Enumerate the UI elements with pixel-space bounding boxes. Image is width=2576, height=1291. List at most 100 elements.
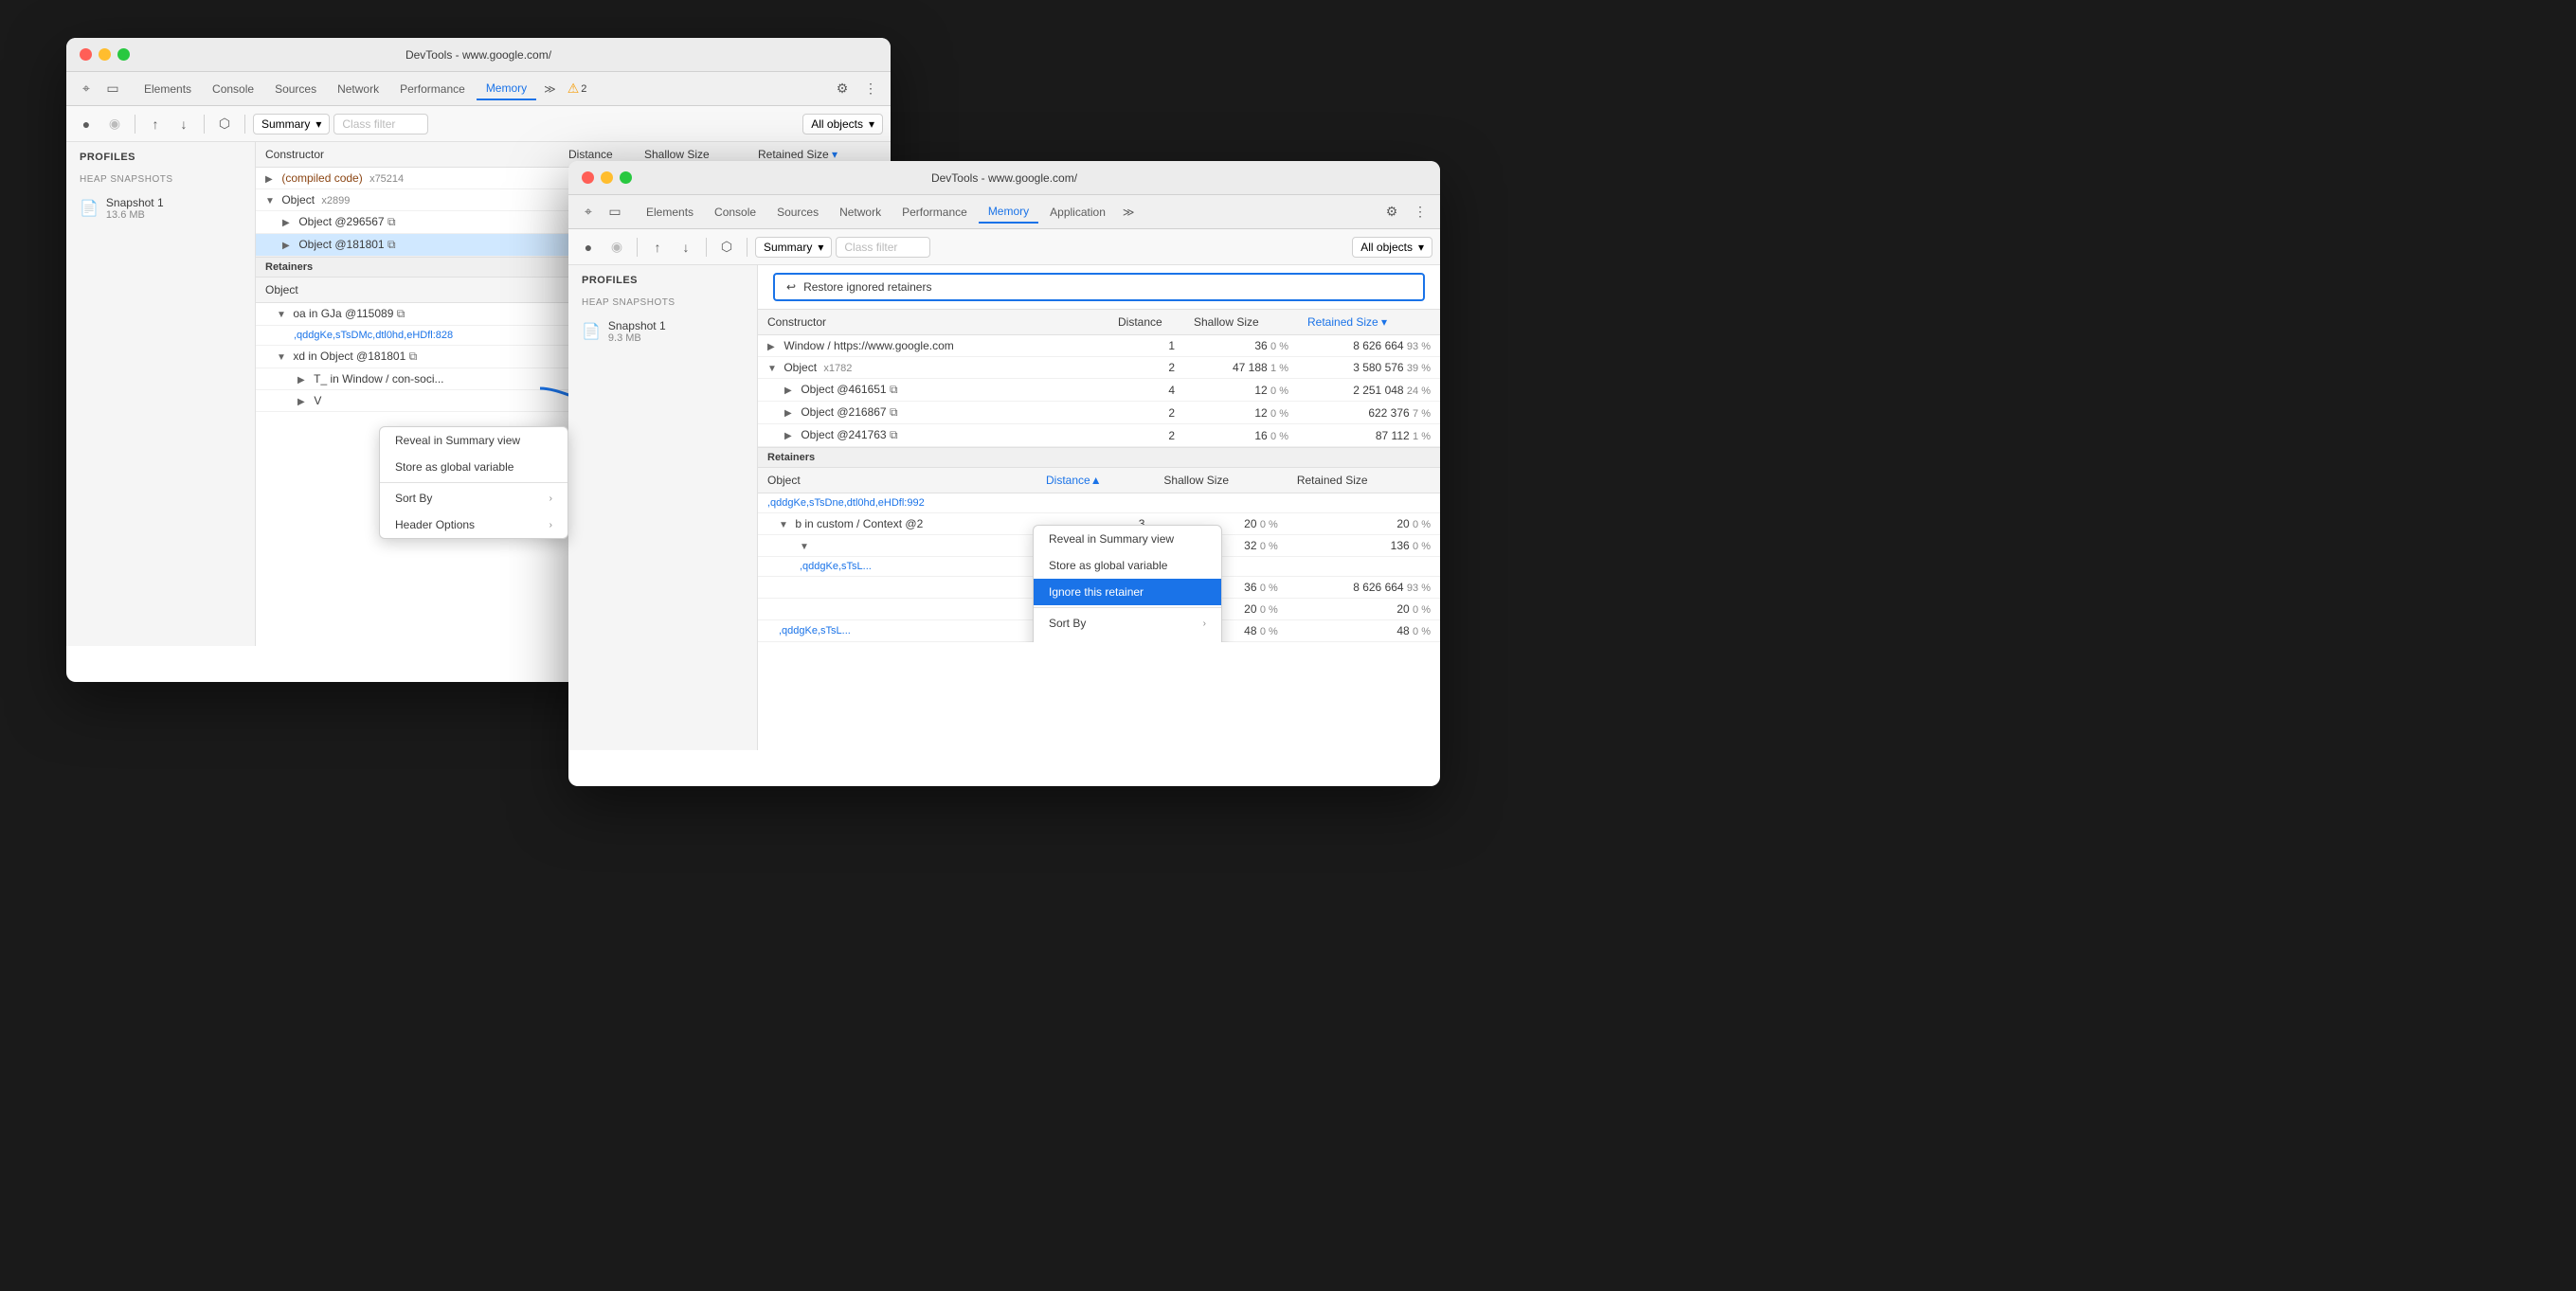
tab-memory-1[interactable]: Memory [477,78,536,100]
all-objects-2[interactable]: All objects ▾ [1352,237,1432,258]
col-constructor-2[interactable]: Constructor [758,310,1108,335]
class-filter-1[interactable]: Class filter [333,114,428,134]
more-icon-2[interactable]: ⋮ [1408,200,1432,224]
tab-sources-1[interactable]: Sources [265,79,326,99]
copy-icon[interactable]: ⧉ [387,238,396,251]
ctx-reveal-1[interactable]: Reveal in Summary view [380,427,567,454]
expand-icon[interactable]: ▶ [784,431,798,441]
overflow-tabs-1[interactable]: ≫ [538,79,562,99]
upload-icon-2[interactable]: ↑ [645,235,670,260]
overflow-tabs-2[interactable]: ≫ [1117,202,1141,223]
expand-icon[interactable]: ▼ [800,542,813,552]
tab-console-1[interactable]: Console [203,79,263,99]
tab-network-2[interactable]: Network [830,202,891,223]
expand-icon[interactable]: ▶ [297,397,311,407]
retained-cell: 87 112 1 % [1298,424,1440,447]
ctx-store-1[interactable]: Store as global variable [380,454,567,480]
ret2-col-retained[interactable]: Retained Size [1288,468,1440,493]
ctx-reveal-2[interactable]: Reveal in Summary view [1034,526,1221,552]
summary-dropdown-2[interactable]: Summary ▾ [755,237,832,258]
expand-icon[interactable]: ▼ [277,352,290,363]
expand-icon[interactable]: ▶ [784,408,798,419]
tab-elements-1[interactable]: Elements [135,79,201,99]
cursor-icon-1[interactable]: ⌖ [74,77,99,101]
tab-network-1[interactable]: Network [328,79,388,99]
expand-icon[interactable]: ▶ [282,218,296,228]
expand-icon[interactable]: ▶ [297,375,311,386]
expand-icon[interactable]: ▼ [767,364,781,374]
all-objects-1[interactable]: All objects ▾ [802,114,883,134]
gear-icon-2[interactable]: ⚙ [1379,200,1404,224]
tab-memory-2[interactable]: Memory [979,201,1038,224]
copy-icon[interactable]: ⧉ [890,405,898,419]
table-row[interactable]: ▶ Object @241763 ⧉ 2 16 0 % 87 112 1 % [758,424,1440,447]
cursor-icon-2[interactable]: ⌖ [576,200,601,224]
retainer-row[interactable]: ,qddgKe,sTsDne,dtl0hd,eHDfl:992 [758,493,1440,513]
copy-icon[interactable]: ⧉ [409,350,418,363]
col-retained-2[interactable]: Retained Size ▾ [1298,310,1440,335]
snapshot-item-2[interactable]: 📄 Snapshot 1 9.3 MB [568,314,757,350]
restore-ignored-btn[interactable]: ↩ Restore ignored retainers [773,273,1425,301]
stop-icon-2[interactable]: ◉ [604,235,629,260]
ctx-headeropts-1[interactable]: Header Options › [380,511,567,538]
ctx-ignore-2[interactable]: Ignore this retainer [1034,579,1221,605]
class-filter-2[interactable]: Class filter [836,237,930,258]
copy-icon[interactable]: ⧉ [890,428,898,441]
maximize-button-2[interactable] [620,171,632,184]
snapshot-item-1[interactable]: 📄 Snapshot 1 13.6 MB [66,190,255,226]
download-icon-2[interactable]: ↓ [674,235,698,260]
expand-icon[interactable]: ▼ [265,196,279,206]
tab-application-2[interactable]: Application [1040,202,1115,223]
expand-icon[interactable]: ▼ [779,520,792,530]
close-button-2[interactable] [582,171,594,184]
record-icon-1[interactable]: ● [74,112,99,136]
minimize-button-2[interactable] [601,171,613,184]
table-row[interactable]: ▼ Object x1782 2 47 188 1 % 3 580 576 39… [758,357,1440,379]
expand-icon[interactable]: ▼ [277,310,290,320]
copy-icon[interactable]: ⧉ [397,307,405,320]
table-row[interactable]: ▶ Object @216867 ⧉ 2 12 0 % 622 376 7 % [758,402,1440,424]
expand-icon[interactable]: ▶ [265,174,279,185]
tab-performance-2[interactable]: Performance [892,202,977,223]
retainer-cell: ,qddgKe,sTsL... [758,557,1036,577]
table-row[interactable]: ▶ Window / https://www.google.com 1 36 0… [758,335,1440,357]
ret2-col-object[interactable]: Object [758,468,1036,493]
ret2-col-distance[interactable]: Distance▲ [1036,468,1154,493]
box-icon-1[interactable]: ▭ [100,77,125,101]
record-icon-2[interactable]: ● [576,235,601,260]
tab-performance-1[interactable]: Performance [390,79,475,99]
expand-icon[interactable]: ▶ [282,241,296,251]
ctx-store-2[interactable]: Store as global variable [1034,552,1221,579]
retainers-scroll-2[interactable]: Object Distance▲ Shallow Size Retained S… [758,468,1440,642]
maximize-button-1[interactable] [117,48,130,61]
close-button-1[interactable] [80,48,92,61]
copy-icon[interactable]: ⧉ [890,383,898,396]
gear-icon-1[interactable]: ⚙ [830,77,855,101]
summary-dropdown-1[interactable]: Summary ▾ [253,114,330,134]
col-distance-2[interactable]: Distance [1108,310,1184,335]
tab-sources-2[interactable]: Sources [767,202,828,223]
tab-console-2[interactable]: Console [705,202,766,223]
ctx-sortby-2[interactable]: Sort By › [1034,610,1221,637]
expand-icon[interactable]: ▶ [767,342,781,352]
download-icon-1[interactable]: ↓ [171,112,196,136]
minimize-button-1[interactable] [99,48,111,61]
upload-icon-1[interactable]: ↑ [143,112,168,136]
ret2-col-shallow[interactable]: Shallow Size [1154,468,1287,493]
distance-cell: 2 [1108,357,1184,379]
col-shallow-2[interactable]: Shallow Size [1184,310,1298,335]
ctx-headeropts-2[interactable]: Header Options › [1034,637,1221,642]
box-icon-2[interactable]: ▭ [603,200,627,224]
tab-elements-2[interactable]: Elements [637,202,703,223]
camera-icon-2[interactable]: ⬡ [714,235,739,260]
copy-icon[interactable]: ⧉ [387,215,396,228]
more-icon-1[interactable]: ⋮ [858,77,883,101]
stop-icon-1[interactable]: ◉ [102,112,127,136]
expand-icon[interactable]: ▶ [784,386,798,396]
table-row[interactable]: ▶ Object @461651 ⧉ 4 12 0 % 2 251 048 24… [758,379,1440,402]
col-constructor-1[interactable]: Constructor [256,142,559,168]
ret2-retained: 20 0 % [1288,513,1440,535]
camera-icon-1[interactable]: ⬡ [212,112,237,136]
ctx-sortby-1[interactable]: Sort By › [380,485,567,511]
table-scroll-2[interactable]: Constructor Distance Shallow Size Retain… [758,310,1440,447]
